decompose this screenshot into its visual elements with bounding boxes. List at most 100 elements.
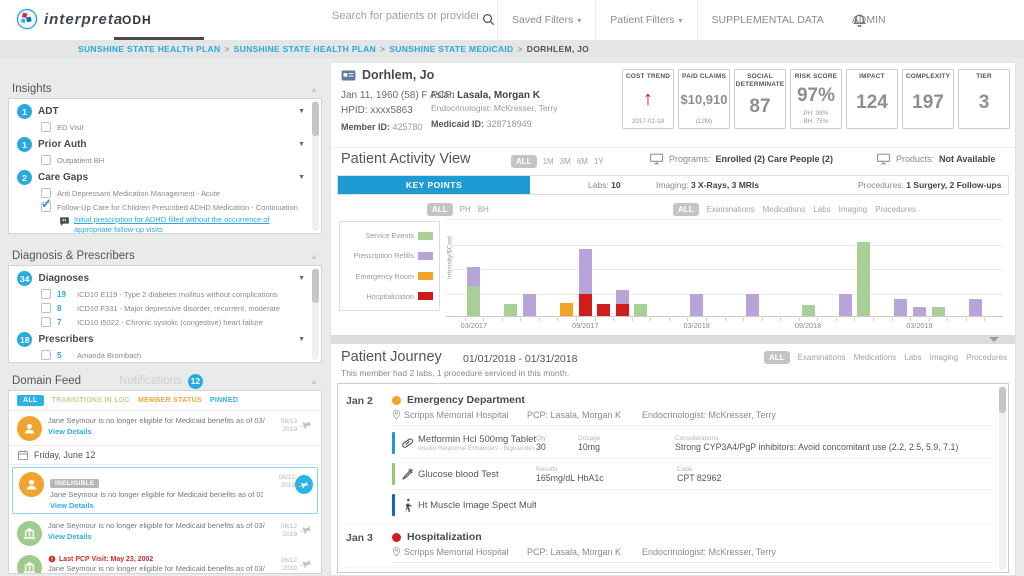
nav-item-admin[interactable]: ADMIN	[838, 0, 900, 40]
category-filter-examinations[interactable]: Examinations	[707, 205, 755, 214]
feed-item-view-details-link[interactable]: View Details	[48, 427, 265, 436]
journey-filter-labs[interactable]: Labs	[904, 353, 921, 362]
feed-tab-pinned[interactable]: PINNED	[210, 397, 238, 404]
feed-item[interactable]: Jane Seymour is no longer eligible for M…	[9, 411, 321, 445]
insight-group: 1ADT▼ED Visit	[9, 102, 321, 133]
scroll-down-arrow-icon[interactable]	[989, 337, 999, 342]
insight-group-header[interactable]: 1Prior Auth▼	[17, 137, 305, 152]
chart-bar	[857, 242, 870, 316]
category-filter-procedures[interactable]: Procedures	[875, 205, 916, 214]
breadcrumb-link[interactable]: SUNSHINE STATE MEDICAID	[389, 44, 513, 54]
diagnosis-group-label: Diagnoses	[38, 273, 292, 284]
insight-group-header[interactable]: 1ADT▼	[17, 104, 305, 119]
category-filter-labs[interactable]: Labs	[813, 205, 830, 214]
journey-filter-imaging[interactable]: Imaging	[930, 353, 958, 362]
search-icon[interactable]	[482, 13, 495, 26]
chart-horizontal-scrollbar[interactable]	[331, 335, 1015, 344]
diagnosis-scrollbar[interactable]	[312, 268, 319, 360]
journey-filter-procedures[interactable]: Procedures	[966, 353, 1007, 362]
products-label: Products:	[896, 154, 934, 164]
domain-filter-ph[interactable]: PH	[460, 205, 471, 214]
insights-scrollbar[interactable]	[312, 101, 319, 231]
diagnosis-group-header[interactable]: 34Diagnoses▼	[17, 271, 305, 286]
notifications-label[interactable]: Notifications	[119, 375, 182, 387]
category-filter-imaging[interactable]: Imaging	[839, 205, 867, 214]
domain-feed-header[interactable]: Domain Feed Notifications 12 ▲	[8, 372, 322, 390]
key-points-bar: KEY POINTS Labs: 10Imaging: 3 X-Rays, 3 …	[337, 175, 1009, 195]
feed-tab-transitions-in-loc[interactable]: TRANSITIONS IN LOC	[52, 397, 131, 404]
journey-event-type: Hospitalization	[407, 531, 482, 543]
diagnosis-group-header[interactable]: 18Prescribers▼	[17, 332, 305, 347]
chevron-down-icon[interactable]: ▼	[298, 174, 305, 181]
feed-item[interactable]: Last PCP Visit: May 23, 2002Jane Seymour…	[9, 550, 321, 574]
notifications-bell-icon[interactable]	[852, 12, 867, 27]
range-filter-6m[interactable]: 6M	[577, 157, 588, 166]
category-filter-medications[interactable]: Medications	[763, 205, 806, 214]
patient-stats-row: COST TREND↑2017-01-19PAID CLAIMS$10,910(…	[622, 69, 1010, 129]
breadcrumb-link[interactable]: SUNSHINE STATE HEALTH PLAN	[234, 44, 376, 54]
pin-button[interactable]	[295, 475, 313, 494]
nav-item-supplemental-data[interactable]: SUPPLEMENTAL DATA	[697, 0, 838, 40]
chart-bar-segment	[616, 304, 629, 316]
range-filter-1m[interactable]: 1M	[543, 157, 554, 166]
insight-note-link[interactable]: Initial prescription for ADHD filled wit…	[74, 215, 297, 234]
range-filter-all[interactable]: ALL	[511, 155, 537, 168]
journey-filter-all[interactable]: ALL	[764, 351, 790, 364]
interpreta-logo[interactable]: interpreta	[16, 8, 123, 30]
checkbox[interactable]	[41, 303, 51, 313]
tab-odh[interactable]: ODH	[122, 13, 152, 27]
detail-name-text: Ht Muscle Image Spect Mult	[418, 500, 536, 511]
journey-detail-row[interactable]: Ht Muscle Image Spect Mult	[392, 490, 992, 520]
feed-item[interactable]: INELIGIBLEJane Seymour is no longer elig…	[12, 467, 318, 514]
checkbox[interactable]	[41, 317, 51, 327]
checkbox[interactable]	[41, 155, 51, 165]
chevron-down-icon[interactable]: ▼	[298, 275, 305, 282]
journey-category-filters: ALL Examinations Medications Labs Imaging Pro…	[764, 351, 1007, 364]
key-points-tab[interactable]: KEY POINTS	[338, 176, 530, 194]
checkbox[interactable]	[41, 350, 51, 360]
journey-detail-row[interactable]: Metformin Hcl 500mg TabletInsulin Respon…	[392, 428, 992, 459]
checkbox[interactable]	[41, 122, 51, 132]
diagnosis-prescribers-header[interactable]: Diagnosis & Prescribers ▲	[8, 247, 322, 265]
axis-tick	[632, 318, 633, 321]
collapse-icon[interactable]: ▲	[310, 85, 318, 94]
insight-group-header[interactable]: 2Care Gaps▼	[17, 170, 305, 185]
breadcrumb-separator: >	[518, 44, 523, 54]
chevron-down-icon[interactable]: ▼	[298, 141, 305, 148]
feed-tab-all[interactable]: ALL	[17, 395, 44, 406]
feed-item[interactable]: Jane Seymour is no longer eligible for M…	[9, 516, 321, 550]
collapse-icon[interactable]: ▲	[310, 377, 318, 386]
nav-item-patient-filters[interactable]: Patient Filters▾	[595, 0, 696, 40]
journey-filter-examinations[interactable]: Examinations	[798, 353, 846, 362]
nav-item-saved-filters[interactable]: Saved Filters▾	[497, 0, 595, 40]
domain-filter-all[interactable]: ALL	[427, 203, 453, 216]
pin-button[interactable]	[297, 558, 315, 570]
insights-header[interactable]: Insights ▲	[8, 80, 322, 98]
diagnosis-group: 34Diagnoses▼19ICD10 E119 - Type 2 diabet…	[9, 269, 321, 328]
insights-card: 1ADT▼ED Visit1Prior Auth▼Outpatient BH2C…	[8, 98, 322, 234]
checkbox[interactable]: ✓	[41, 202, 51, 212]
feed-item-view-details-link[interactable]: View Details	[50, 501, 263, 510]
diagnosis-item: 19ICD10 E119 - Type 2 diabetes mollitus …	[41, 288, 305, 300]
journey-filter-medications[interactable]: Medications	[854, 353, 897, 362]
checkbox[interactable]	[41, 289, 51, 299]
chevron-down-icon[interactable]: ▼	[298, 336, 305, 343]
domain-filter-bh[interactable]: BH	[478, 205, 489, 214]
feed-item-view-details-link[interactable]: View Details	[48, 532, 265, 541]
feed-date-divider-label: Friday, June 12	[34, 450, 95, 460]
collapse-icon[interactable]: ▲	[310, 252, 318, 261]
pin-button[interactable]	[297, 419, 315, 431]
detail-name: Metformin Hcl 500mg TabletInsulin Respon…	[418, 434, 536, 452]
journey-detail-row[interactable]: Glucose blood TestResults165mg/dL HbA1cC…	[392, 459, 992, 490]
category-filter-all[interactable]: ALL	[673, 203, 699, 216]
journey-scrollbar[interactable]	[999, 386, 1006, 570]
feed-tab-member-status[interactable]: MEMBER STATUS	[138, 397, 202, 404]
pin-button[interactable]	[297, 524, 315, 536]
breadcrumb-link[interactable]: SUNSHINE STATE HEALTH PLAN	[78, 44, 220, 54]
patient-id-card-icon	[341, 69, 356, 82]
search-input[interactable]	[330, 9, 480, 23]
chevron-down-icon[interactable]: ▼	[298, 108, 305, 115]
range-filter-3m[interactable]: 3M	[560, 157, 571, 166]
breadcrumb: SUNSHINE STATE HEALTH PLAN > SUNSHINE STAT…	[0, 40, 1024, 58]
range-filter-1y[interactable]: 1Y	[594, 157, 604, 166]
